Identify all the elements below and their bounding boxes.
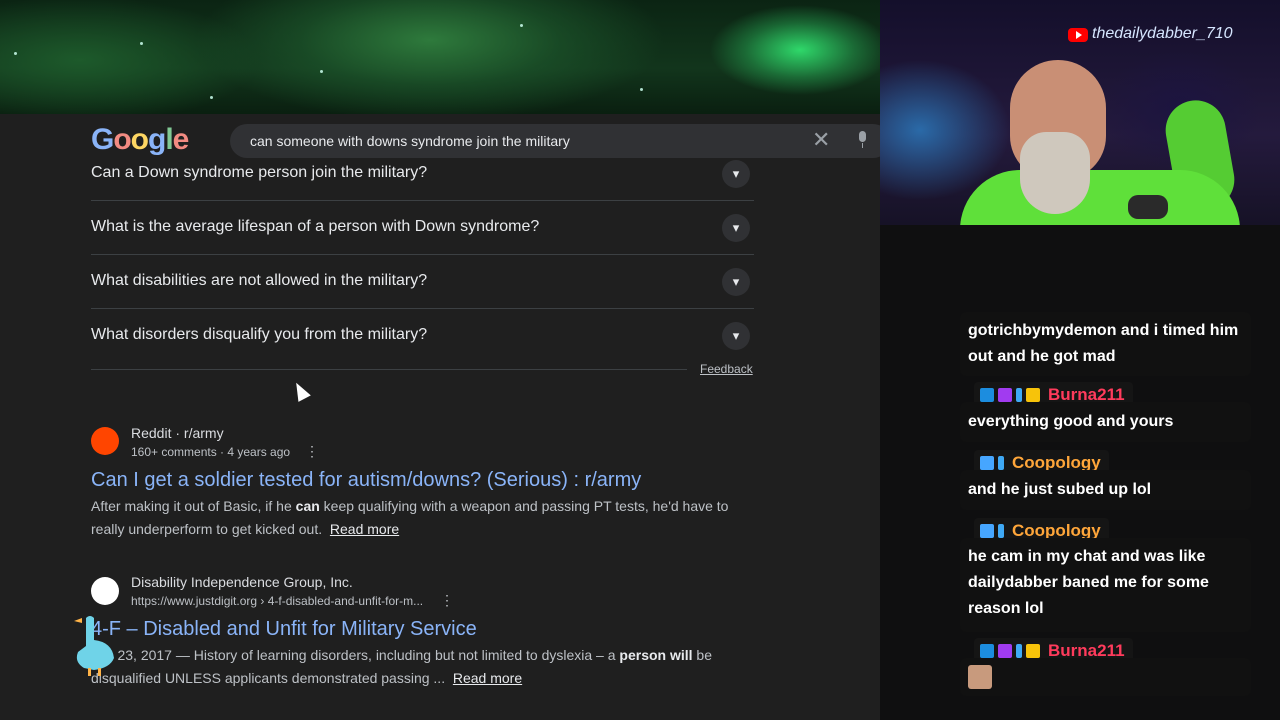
paa-item[interactable]: What is the average lifespan of a person… (91, 201, 754, 255)
result-meta: 160+ comments · 4 years ago (131, 445, 291, 459)
chat-message-text: everything good and yours (968, 413, 1174, 430)
result-site-name[interactable]: Reddit · r/army (131, 425, 224, 441)
crown-badge-icon (1026, 644, 1040, 658)
cube-badge-icon (998, 644, 1012, 658)
result-title-link[interactable]: 4-F – Disabled and Unfit for Military Se… (91, 618, 477, 641)
close-icon[interactable]: ✕ (812, 127, 830, 153)
webcam-overlay: thedailydabber_710 (880, 0, 1280, 225)
star-decoration (14, 52, 17, 55)
star-decoration (320, 70, 323, 73)
vip-badge-icon (980, 524, 994, 538)
google-results-page: Google can someone with downs syndrome j… (0, 114, 890, 720)
chevron-down-icon[interactable]: ▾ (722, 268, 750, 296)
paa-item[interactable]: What disorders disqualify you from the m… (91, 309, 754, 363)
paa-question: What is the average lifespan of a person… (91, 218, 540, 235)
prime-badge-icon (980, 644, 994, 658)
chevron-down-icon[interactable]: ▾ (722, 322, 750, 350)
paa-item[interactable]: What disabilities are not allowed in the… (91, 255, 754, 309)
result-snippet: Jun 23, 2017 — History of learning disor… (91, 644, 731, 690)
reddit-icon (91, 427, 119, 455)
result-url: https://www.justdigit.org › 4-f-disabled… (131, 594, 424, 608)
star-decoration (140, 42, 143, 45)
hype-badge-icon (1016, 388, 1022, 402)
feedback-link[interactable]: Feedback (700, 362, 753, 376)
paa-item[interactable]: Can a Down syndrome person join the mili… (91, 151, 754, 201)
nebula-banner (0, 0, 880, 114)
snippet-highlight: can (295, 498, 320, 514)
search-query-text[interactable]: can someone with downs syndrome join the… (250, 133, 570, 149)
paa-question: What disabilities are not allowed in the… (91, 272, 428, 289)
read-more-link[interactable]: Read more (453, 670, 522, 686)
youtube-icon (1068, 28, 1088, 42)
chat-message: gotrichbymydemon and i timed him out and… (960, 312, 1251, 376)
crown-badge-icon (1026, 388, 1040, 402)
snippet-text: After making it out of Basic, if he (91, 498, 296, 514)
site-favicon-icon (91, 577, 119, 605)
channel-name: thedailydabber_710 (1092, 25, 1233, 42)
chevron-down-icon[interactable]: ▾ (722, 214, 750, 242)
snippet-text: Jun 23, 2017 — History of learning disor… (91, 647, 620, 663)
prime-badge-icon (980, 388, 994, 402)
star-decoration (520, 24, 523, 27)
vip-badge-icon (980, 456, 994, 470)
chat-message-text: gotrichbymydemon and i timed him out and… (968, 322, 1239, 365)
read-more-link[interactable]: Read more (330, 521, 399, 537)
hype-badge-icon (1016, 644, 1022, 658)
chat-message-text: he cam in my chat and was like dailydabb… (968, 548, 1209, 617)
paa-question: Can a Down syndrome person join the mili… (91, 164, 428, 181)
goose-icon (74, 616, 114, 676)
streamer-beard (1020, 132, 1090, 214)
result-title-link[interactable]: Can I get a soldier tested for autism/do… (91, 469, 641, 492)
result-snippet: After making it out of Basic, if he can … (91, 495, 731, 541)
chevron-down-icon[interactable]: ▾ (722, 160, 750, 188)
streamer-shirt (960, 170, 1240, 225)
star-decoration (210, 96, 213, 99)
microphone-icon[interactable] (856, 131, 868, 149)
chat-message (960, 658, 1251, 696)
snippet-highlight: person will (619, 647, 693, 663)
stream-layout: Google can someone with downs syndrome j… (0, 0, 1280, 720)
hype-badge-icon (998, 456, 1004, 470)
divider (91, 369, 687, 370)
star-decoration (640, 88, 643, 91)
chat-message: and he just subed up lol (960, 470, 1251, 510)
hype-badge-icon (998, 524, 1004, 538)
emote-image (968, 665, 992, 689)
result-site-name[interactable]: Disability Independence Group, Inc. (131, 574, 353, 590)
chat-message: he cam in my chat and was like dailydabb… (960, 538, 1251, 632)
paa-question: What disorders disqualify you from the m… (91, 326, 428, 343)
chat-message: everything good and yours (960, 402, 1251, 442)
chat-message-text: and he just subed up lol (968, 481, 1152, 498)
more-vertical-icon[interactable]: ⋮ (305, 443, 319, 460)
microphone-stand (1128, 195, 1168, 219)
cube-badge-icon (998, 388, 1012, 402)
more-vertical-icon[interactable]: ⋮ (440, 592, 454, 609)
